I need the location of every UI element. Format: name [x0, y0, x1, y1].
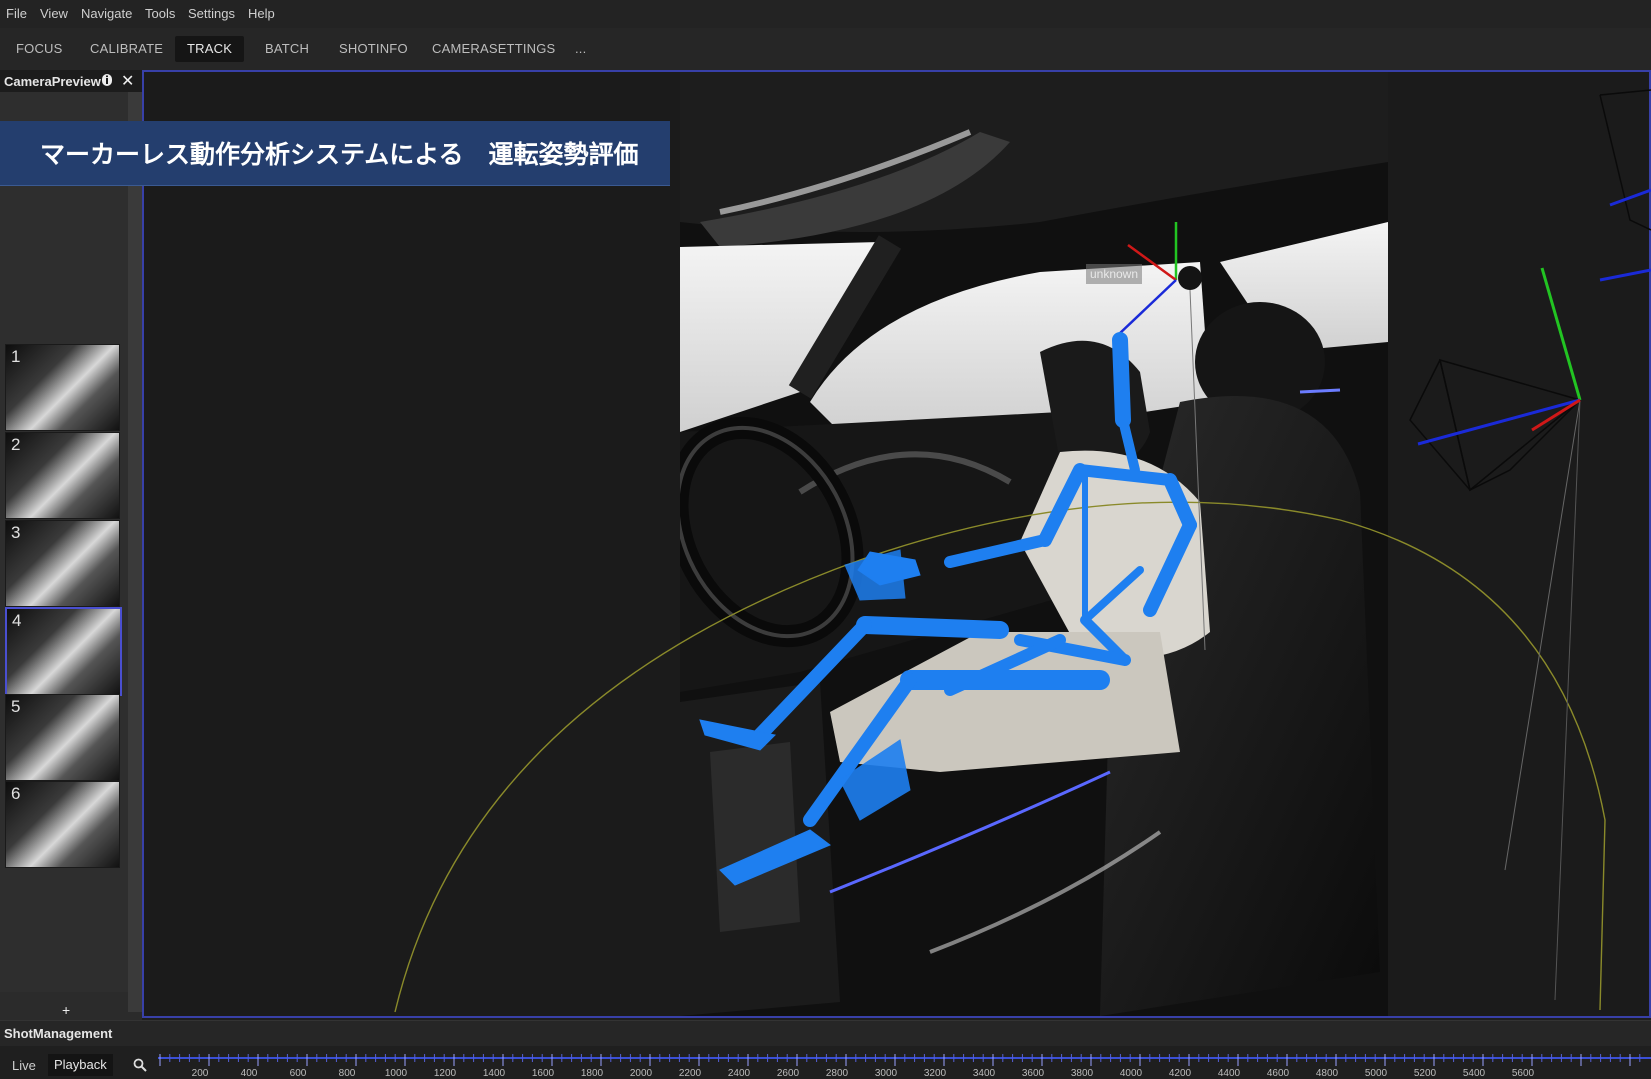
- camera-thumbnail-selected[interactable]: 4: [5, 607, 122, 696]
- timeline-tick-label: 2200: [679, 1068, 702, 1079]
- timeline-ruler[interactable]: 200 400 600 800 1000 1200 1400 1600 1800 2000 2200…: [158, 1046, 1651, 1079]
- thumbnail-number: 1: [11, 347, 21, 366]
- timeline-tick-label: 400: [241, 1068, 258, 1079]
- search-icon[interactable]: [133, 1058, 147, 1072]
- menu-file[interactable]: File: [6, 6, 27, 21]
- timeline-tick-label: 3400: [973, 1068, 996, 1079]
- camera-thumbnail[interactable]: 5: [5, 694, 120, 781]
- timeline-tick-label: 1800: [581, 1068, 604, 1079]
- menu-navigate[interactable]: Navigate: [81, 6, 132, 21]
- timeline-tick-label: 600: [290, 1068, 307, 1079]
- camera-thumbnail-list: 1 2 3 4 5 6: [0, 92, 128, 992]
- timeline-tick-label: 1600: [532, 1068, 555, 1079]
- thumbnail-number: 2: [11, 435, 21, 454]
- banner-text: マーカーレス動作分析システムによる 運転姿勢評価: [40, 141, 639, 169]
- menu-view[interactable]: View: [40, 6, 68, 21]
- tab-track[interactable]: TRACK: [175, 36, 245, 62]
- timeline-tick-label: 2800: [826, 1068, 849, 1079]
- tab-batch[interactable]: BATCH: [253, 36, 321, 62]
- menu-bar: File View Navigate Tools Settings Help: [0, 0, 1651, 28]
- menu-settings[interactable]: Settings: [188, 6, 235, 21]
- timeline-tick-label: 2400: [728, 1068, 751, 1079]
- camera-preview-panel: CameraPreview ✕ 1 2 3 4 5 6: [0, 70, 142, 1020]
- tab-camerasettings[interactable]: CAMERASETTINGS: [420, 36, 567, 62]
- close-icon[interactable]: ✕: [121, 71, 134, 91]
- info-icon[interactable]: [101, 73, 113, 87]
- tab-shotinfo[interactable]: SHOTINFO: [327, 36, 420, 62]
- title-banner: マーカーレス動作分析システムによる 運転姿勢評価: [0, 121, 670, 186]
- timeline-tick-label: 2000: [630, 1068, 653, 1079]
- timeline-tick-label: 3200: [924, 1068, 947, 1079]
- tab-calibrate[interactable]: CALIBRATE: [78, 36, 175, 62]
- timeline-tick-label: 3000: [875, 1068, 898, 1079]
- timeline-tick-label: 5600: [1512, 1068, 1535, 1079]
- camera-image: [680, 72, 1388, 1016]
- thumbnail-number: 6: [11, 784, 21, 803]
- thumbnail-number: 4: [12, 611, 22, 630]
- timeline-tick-label: 4000: [1120, 1068, 1143, 1079]
- timeline-tick-label: 2600: [777, 1068, 800, 1079]
- thumbnail-scrollbar[interactable]: [128, 92, 142, 1012]
- add-camera-button[interactable]: +: [62, 1002, 70, 1018]
- camera-thumbnail[interactable]: 3: [5, 520, 120, 607]
- subject-label: unknown: [1086, 264, 1142, 284]
- menu-help[interactable]: Help: [248, 6, 275, 21]
- tab-focus[interactable]: FOCUS: [4, 36, 75, 62]
- playback-button[interactable]: Playback: [48, 1054, 113, 1076]
- mode-tab-bar: FOCUS CALIBRATE TRACK BATCH SHOTINFO CAM…: [0, 28, 1651, 70]
- camera-thumbnail[interactable]: 6: [5, 781, 120, 868]
- timeline-tick-label: 4800: [1316, 1068, 1339, 1079]
- live-button[interactable]: Live: [12, 1058, 36, 1073]
- timeline-tick-label: 5000: [1365, 1068, 1388, 1079]
- timeline-tick-label: 3600: [1022, 1068, 1045, 1079]
- shot-management-title: ShotManagement: [4, 1026, 113, 1041]
- tab-more[interactable]: ...: [563, 36, 598, 62]
- timeline-tick-label: 800: [339, 1068, 356, 1079]
- timeline-tick-label: 4200: [1169, 1068, 1192, 1079]
- timeline-tick-label: 1400: [483, 1068, 506, 1079]
- timeline-tick-label: 200: [192, 1068, 209, 1079]
- shot-management-panel: ShotManagement: [0, 1020, 1651, 1047]
- camera-thumbnail[interactable]: 1: [5, 344, 120, 431]
- timeline-tick-label: 4400: [1218, 1068, 1241, 1079]
- timeline-tick-label: 5400: [1463, 1068, 1486, 1079]
- thumbnail-number: 5: [11, 697, 21, 716]
- timeline-tick-label: 1200: [434, 1068, 457, 1079]
- camera-preview-header: CameraPreview ✕: [0, 70, 142, 92]
- car-interior-scene: [680, 72, 1388, 1016]
- timeline-tick-label: 3800: [1071, 1068, 1094, 1079]
- thumbnail-number: 3: [11, 523, 21, 542]
- camera-preview-title: CameraPreview: [4, 74, 101, 89]
- timeline-tick-label: 5200: [1414, 1068, 1437, 1079]
- timeline-tick-label: 4600: [1267, 1068, 1290, 1079]
- timeline-tick-label: 1000: [385, 1068, 408, 1079]
- menu-tools[interactable]: Tools: [145, 6, 175, 21]
- camera-thumbnail[interactable]: 2: [5, 432, 120, 519]
